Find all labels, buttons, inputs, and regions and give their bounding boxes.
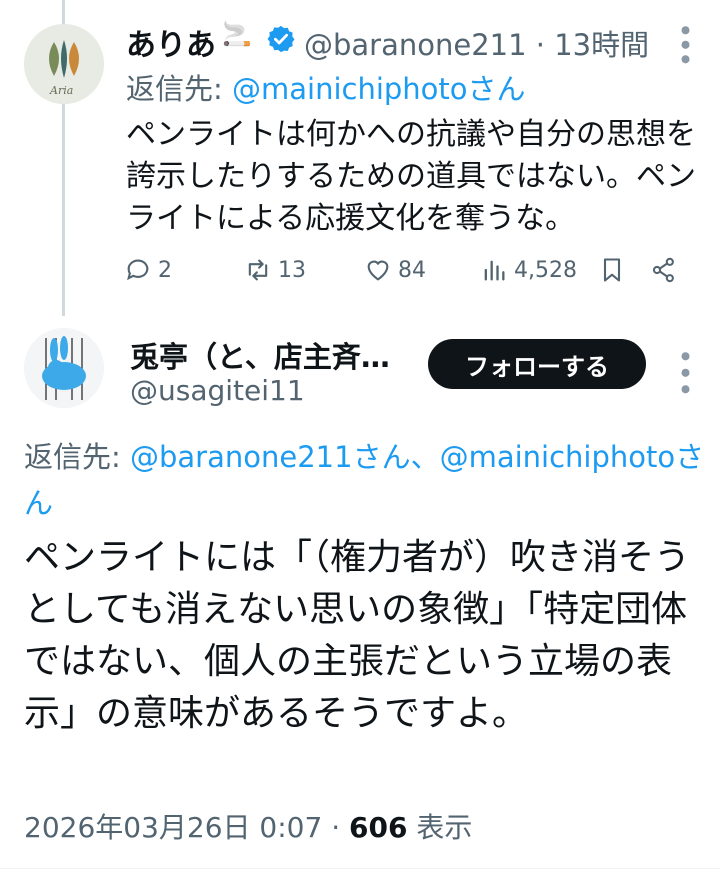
handle-and-time: @baranone211 · 13時間 [304,22,649,64]
reply-context: 返信先: @baranone211さん、@mainichiphotoさん [24,434,714,526]
handle[interactable]: @usagitei11 [130,374,305,407]
timestamp[interactable]: 2026年03月26日 0:07 [24,811,322,844]
heart-icon [367,260,389,281]
analytics-icon [484,260,505,281]
more-options-icon[interactable]: ••• [668,22,701,66]
tweet-meta: 2026年03月26日 0:07 · 606 表示 [24,806,472,846]
reply-icon [127,259,149,281]
reply-prefix: 返信先: [24,440,121,474]
view-count: 4,528 [514,257,577,283]
like-button[interactable]: 84 [364,256,426,284]
bookmark-button[interactable] [598,256,626,284]
retweet-button[interactable]: 13 [244,256,306,284]
timestamp[interactable]: 13時間 [554,28,649,62]
svg-text:Aria: Aria [49,84,73,97]
retweet-icon [248,259,268,281]
tweet-text: ペンライトには「（権力者が）吹き消そうとしても消えない思いの象徴」「特定団体では… [24,537,691,734]
verified-badge-icon[interactable] [266,24,296,54]
share-icon [652,257,674,283]
more-options-icon[interactable]: ••• [668,348,701,398]
reply-button[interactable]: 2 [124,256,172,284]
smoking-emoji: 🚬 [222,20,252,48]
avatar[interactable]: Aria [24,24,104,104]
action-bar: 2 13 84 4,528 [124,256,692,290]
follow-button[interactable]: フォローする [428,339,646,389]
reply-mention-link[interactable]: @baranone211さん、@mainichiphotoさん [24,440,704,520]
view-count: 606 [349,811,408,844]
display-name[interactable]: 兎亭（と、店主斉… [130,334,390,376]
display-name[interactable]: ありあ [126,20,216,64]
reply-prefix: 返信先: [126,72,223,106]
reply-context: 返信先: @mainichiphotoさん [126,66,526,108]
share-button[interactable] [650,256,678,284]
divider [0,868,720,869]
like-count: 84 [398,257,426,283]
separator: · [535,28,546,62]
reply-mention-link[interactable]: @mainichiphotoさん [232,72,526,106]
bookmark-icon [603,258,621,282]
retweet-count: 13 [278,257,306,283]
avatar[interactable] [24,328,104,408]
views-button[interactable]: 4,528 [480,256,577,284]
view-label: 表示 [416,811,473,844]
tweet-text: ペンライトは何かへの抗議や自分の思想を誇示したりするための道具ではない。ペンライ… [126,117,696,236]
handle[interactable]: @baranone211 [304,28,527,62]
reply-count: 2 [158,257,172,283]
separator: · [331,811,341,844]
